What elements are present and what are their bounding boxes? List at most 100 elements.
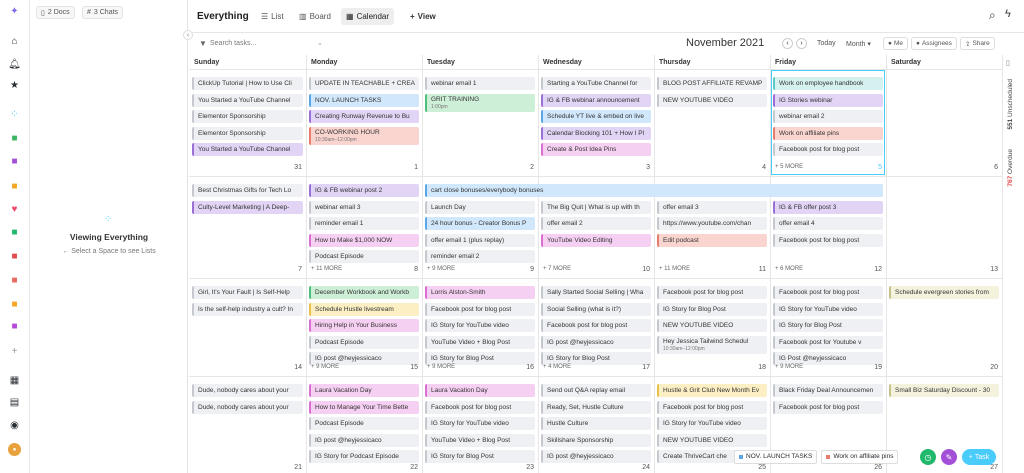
tab-board[interactable]: ▥ Board <box>294 8 336 25</box>
task-card[interactable]: UPDATE IN TEACHABLE + CREA <box>309 77 419 90</box>
task-card[interactable]: Facebook post for blog post <box>425 400 535 414</box>
task-card[interactable]: Facebook post for blog post <box>541 319 651 332</box>
task-card[interactable]: Laura Vacation Day <box>425 384 535 397</box>
show-more-link[interactable]: + 9 MORE <box>311 364 339 370</box>
spaces-icon[interactable]: ⁘ <box>8 108 21 121</box>
task-card[interactable]: Facebook post for blog post <box>773 143 883 156</box>
calendar-space-icon[interactable]: ■ <box>8 274 21 287</box>
task-card[interactable]: Facebook post for blog post <box>657 400 767 414</box>
task-card[interactable]: Edit podcast <box>657 233 767 247</box>
task-card[interactable]: You Started a YouTube Channel <box>192 93 303 107</box>
task-card[interactable]: Dude, nobody cares about your <box>192 384 303 397</box>
task-card[interactable]: YouTube Video Editing <box>541 233 651 247</box>
task-card[interactable]: Lorris Alston-Smith <box>425 286 535 299</box>
me-button[interactable]: ● Me <box>883 37 908 50</box>
tray-task[interactable]: NOV. LAUNCH TASKS <box>734 449 818 464</box>
search-tasks-input[interactable]: Search tasks... <box>210 40 310 47</box>
tab-calendar[interactable]: ▦ Calendar <box>341 8 395 25</box>
task-card[interactable]: IG & FB offer post 3 <box>773 200 883 214</box>
task-card[interactable]: Creating Runway Revenue to Bu <box>309 110 419 123</box>
task-card[interactable]: Facebook post for blog post <box>425 302 535 316</box>
task-card[interactable]: IG Story for YouTube video <box>425 417 535 430</box>
task-card[interactable]: Elementor Sponsorship <box>192 110 303 123</box>
task-card[interactable]: You Started a YouTube Channel <box>192 143 303 156</box>
task-card[interactable]: reminder email 2 <box>425 250 535 263</box>
pulse-icon[interactable]: ◉ <box>8 419 21 432</box>
task-card[interactable]: Hiring Help in Your Business <box>309 319 419 332</box>
task-card[interactable]: Facebook post for blog post <box>773 286 883 299</box>
task-card[interactable]: offer email 2 <box>541 217 651 230</box>
task-card[interactable]: webinar email 1 <box>425 77 535 90</box>
task-card[interactable]: Social Selling (what is it?) <box>541 302 651 316</box>
notepad-button[interactable]: ✎ <box>941 449 957 465</box>
task-card[interactable]: NEW YOUTUBE VIDEO <box>657 433 767 447</box>
task-card[interactable]: Calendar Blocking 101 + How I Pl <box>541 126 651 140</box>
task-card[interactable]: Schedule YT live & embed on live <box>541 110 651 123</box>
collapse-sidebar-button[interactable]: ‹ <box>183 30 193 40</box>
docs-chip[interactable]: ▯ 2 Docs <box>36 6 75 19</box>
task-card[interactable]: Laura Vacation Day <box>309 384 419 397</box>
task-card[interactable]: Girl, It's Your Fault | Is Self-Help <box>192 286 303 299</box>
task-card[interactable]: IG Story for YouTube video <box>773 302 883 316</box>
home-icon[interactable]: ⌂ <box>8 35 21 48</box>
task-card[interactable]: Podcast Episode <box>309 417 419 430</box>
show-more-link[interactable]: + 9 MORE <box>775 364 803 370</box>
task-card[interactable]: Send out Q&A replay email <box>541 384 651 397</box>
search-icon[interactable]: ⌕ <box>989 8 996 23</box>
dashboards-icon[interactable]: ▦ <box>8 374 21 387</box>
task-card[interactable]: Sally Started Social Selling | Wha <box>541 286 651 299</box>
task-card[interactable]: YouTube Video + Blog Post <box>425 335 535 349</box>
task-card[interactable]: BLOG POST AFFILIATE REVAMP <box>657 77 767 90</box>
task-card[interactable]: Dude, nobody cares about your <box>192 400 303 414</box>
chats-chip[interactable]: #3 Chats <box>82 6 124 19</box>
panel-toggle-icon[interactable]: ▯ <box>1006 59 1020 69</box>
task-card[interactable]: The Big Quit | What is up with th <box>541 200 651 214</box>
tray-task[interactable]: Work on affiliate pins <box>821 449 899 464</box>
lock-space-icon[interactable]: ■ <box>8 155 21 168</box>
task-card[interactable]: IG Story for Blog Post <box>425 450 535 463</box>
show-more-link[interactable]: + 7 MORE <box>543 266 571 272</box>
task-card[interactable]: Facebook post for blog post <box>773 233 883 247</box>
multi-day-task-banner[interactable]: cart close bonuses/everybody bonuses <box>425 184 883 197</box>
task-card[interactable]: Schedule Hustle livestream <box>309 302 419 316</box>
task-card[interactable]: webinar email 2 <box>773 110 883 123</box>
task-card[interactable]: GRIT TRAINING 1:00pm <box>425 93 535 112</box>
task-card[interactable]: Is the self-help industry a cult? In <box>192 302 303 316</box>
task-card[interactable]: Skillshare Sponsorship <box>541 433 651 447</box>
book-space-icon[interactable]: ■ <box>8 250 21 263</box>
overdue-tab[interactable]: 767 Overdue <box>1007 149 1014 187</box>
next-month-button[interactable]: › <box>796 38 807 49</box>
video-space-icon[interactable]: ■ <box>8 226 21 239</box>
task-card[interactable]: Culty-Level Marketing | A Deep- <box>192 200 303 214</box>
show-more-link[interactable]: + 5 MORE <box>775 164 803 170</box>
task-card[interactable]: IG post @heyjessicaco <box>309 433 419 447</box>
show-more-link[interactable]: + 9 MORE <box>427 266 455 272</box>
timer-button[interactable]: ◷ <box>920 449 936 465</box>
task-card[interactable]: Small Biz Saturday Discount - 30 <box>889 384 999 397</box>
chevron-down-icon[interactable]: ⌄ <box>317 39 323 47</box>
task-card[interactable]: offer email 4 <box>773 217 883 230</box>
task-card[interactable]: ClickUp Tutorial | How to Use Cli <box>192 77 303 90</box>
task-card[interactable]: offer email 3 <box>657 200 767 214</box>
task-card[interactable]: IG Story for YouTube video <box>657 417 767 430</box>
add-view-button[interactable]: + View <box>405 8 441 25</box>
task-card[interactable]: December Workbook and Workb <box>309 286 419 299</box>
purple-folder-icon[interactable]: ■ <box>8 320 21 333</box>
task-card[interactable]: IG Stories webinar <box>773 93 883 107</box>
notifications-icon[interactable]: 🔔︎ <box>8 58 21 71</box>
show-more-link[interactable]: + 9 MORE <box>427 364 455 370</box>
task-card[interactable]: IG & FB webinar post 2 <box>309 184 419 197</box>
task-card[interactable]: Black Friday Deal Announcemen <box>773 384 883 397</box>
folder-space-icon[interactable]: ■ <box>8 298 21 311</box>
task-card[interactable]: IG Story for Blog Post <box>657 302 767 316</box>
task-card[interactable]: Best Christmas Gifts for Tech Lo <box>192 184 303 197</box>
range-select[interactable]: Month ▾ <box>846 40 871 48</box>
assignees-button[interactable]: ● Assignees <box>911 37 957 50</box>
task-card[interactable]: Elementor Sponsorship <box>192 126 303 140</box>
tab-list[interactable]: ☰ List <box>256 8 289 25</box>
task-card[interactable]: 24 hour bonus - Creator Bonus P <box>425 217 535 230</box>
task-card[interactable]: Hustle & Grit Club New Month Ev <box>657 384 767 397</box>
task-card[interactable]: Facebook post for Youtube v <box>773 335 883 349</box>
task-card[interactable]: NEW YOUTUBE VIDEO <box>657 93 767 107</box>
task-card[interactable]: IG post @heyjessicaco <box>541 335 651 349</box>
